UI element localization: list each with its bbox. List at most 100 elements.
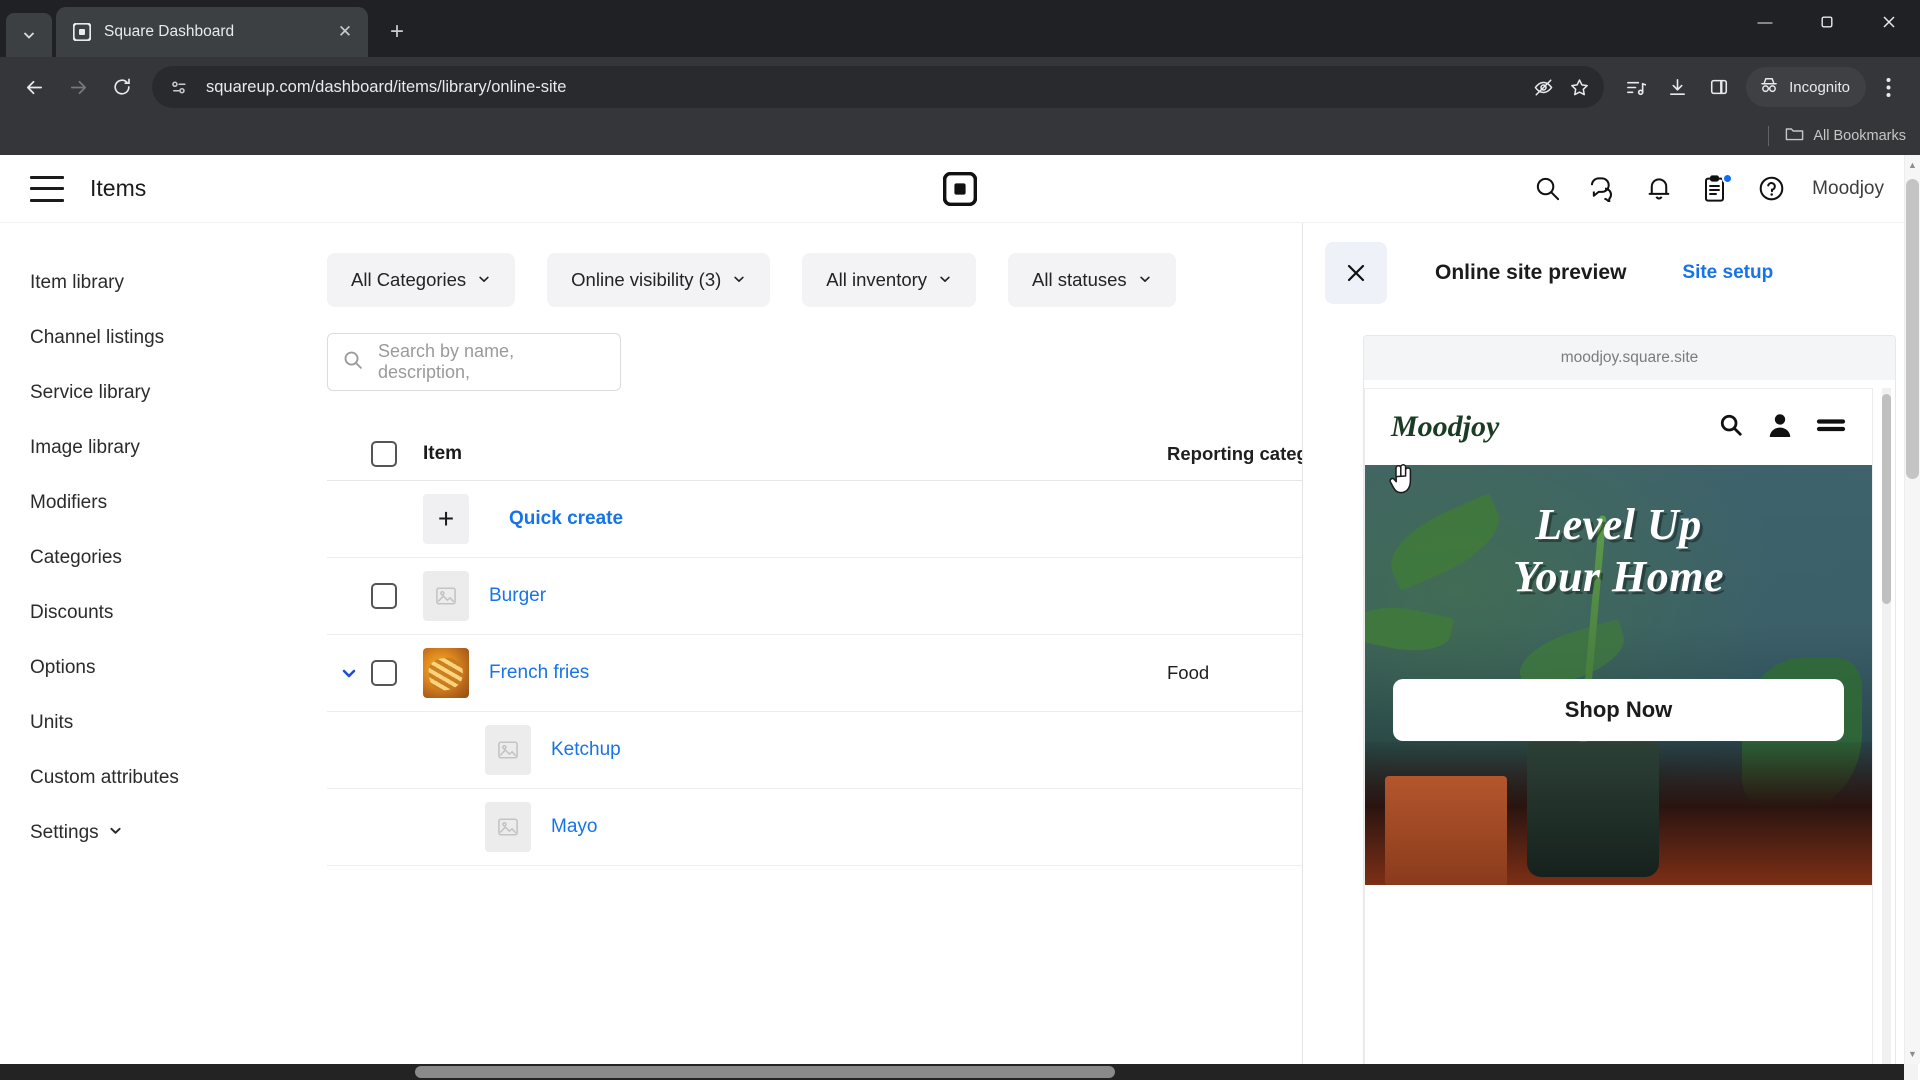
row-item-cell: Burger — [489, 585, 1167, 607]
search-input[interactable]: Search by name, description, — [327, 333, 621, 391]
browser-toolbar: squareup.com/dashboard/items/library/onl… — [0, 57, 1920, 117]
sidebar-item-label: Modifiers — [30, 491, 108, 513]
reload-icon[interactable] — [100, 65, 144, 109]
address-bar[interactable]: squareup.com/dashboard/items/library/onl… — [152, 66, 1605, 108]
new-tab-button[interactable]: + — [378, 13, 416, 51]
address-bar-url: squareup.com/dashboard/items/library/onl… — [206, 77, 567, 96]
online-site-preview-panel: Online site preview Site setup ▲ moodjoy… — [1302, 223, 1920, 1080]
row-item-cell: Ketchup — [551, 739, 1167, 761]
row-item-cell: Mayo — [551, 816, 1167, 838]
sidebar-item-modifiers[interactable]: Modifiers — [0, 475, 317, 530]
page-viewport: Items Moodjoy Item library Channel listi… — [0, 155, 1920, 1080]
eye-slash-icon[interactable] — [1526, 70, 1560, 104]
app-header-actions: Moodjoy — [1532, 172, 1920, 204]
item-name-link[interactable]: Burger — [489, 585, 546, 606]
maximize-button[interactable] — [1796, 0, 1858, 44]
table-row[interactable]: Burger — [327, 558, 1302, 635]
browser-tab[interactable]: Square Dashboard ✕ — [56, 7, 368, 57]
horizontal-scrollbar-track[interactable] — [0, 1064, 1904, 1080]
search-icon[interactable] — [1718, 412, 1744, 443]
shop-now-button[interactable]: Shop Now — [1393, 679, 1844, 741]
search-icon[interactable] — [1532, 174, 1562, 204]
account-icon[interactable] — [1768, 412, 1792, 443]
tab-search-chevron-down-icon[interactable] — [6, 13, 52, 57]
minimize-button[interactable]: — — [1734, 0, 1796, 44]
sidebar-item-label: Image library — [30, 436, 140, 458]
incognito-indicator[interactable]: Incognito — [1746, 67, 1866, 107]
scroll-up-arrow-icon[interactable]: ▲ — [1906, 157, 1919, 173]
column-header-item[interactable]: Item — [423, 443, 1167, 465]
sidebar-item-channel-listings[interactable]: Channel listings — [0, 310, 317, 365]
row-checkbox[interactable] — [371, 660, 423, 686]
sidebar-item-categories[interactable]: Categories — [0, 530, 317, 585]
sidebar-item-service-library[interactable]: Service library — [0, 365, 317, 420]
bookmark-star-icon[interactable] — [1562, 70, 1596, 104]
incognito-icon — [1758, 75, 1780, 99]
horizontal-scrollbar-thumb[interactable] — [415, 1066, 1115, 1078]
sidebar-item-label: Service library — [30, 381, 151, 403]
chevron-down-icon — [477, 272, 491, 288]
expand-chevron-down-icon[interactable] — [327, 664, 371, 682]
sidebar-item-options[interactable]: Options — [0, 640, 317, 695]
app-scrollbar-thumb[interactable] — [1906, 179, 1919, 479]
french-fries-photo — [423, 648, 469, 698]
sidebar-item-label: Settings — [30, 821, 99, 843]
close-icon[interactable] — [1325, 242, 1387, 304]
item-name-link[interactable]: Ketchup — [551, 739, 621, 760]
notification-badge — [1722, 172, 1734, 184]
row-thumbnail — [485, 725, 551, 775]
search-placeholder: Search by name, description, — [378, 341, 515, 382]
filter-all-inventory[interactable]: All inventory — [802, 253, 977, 307]
item-name-link[interactable]: Mayo — [551, 816, 597, 837]
placeholder-image-icon — [485, 725, 531, 775]
side-panel-icon[interactable] — [1698, 66, 1740, 108]
folder-icon — [1785, 126, 1804, 146]
table-row[interactable]: Ketchup — [327, 712, 1302, 789]
messages-icon[interactable] — [1588, 174, 1618, 204]
select-all-checkbox[interactable] — [371, 440, 423, 467]
close-icon[interactable]: ✕ — [332, 19, 358, 45]
reading-list-icon[interactable] — [1614, 66, 1656, 108]
sidebar-item-units[interactable]: Units — [0, 695, 317, 750]
divider — [1768, 126, 1770, 146]
chevron-down-icon — [938, 272, 952, 288]
hamburger-icon[interactable] — [30, 175, 64, 202]
sidebar-item-custom-attributes[interactable]: Custom attributes — [0, 750, 317, 805]
site-nav: Moodjoy — [1365, 389, 1872, 465]
row-thumbnail — [485, 802, 551, 852]
all-bookmarks-button[interactable]: All Bookmarks — [1785, 126, 1906, 146]
table-row[interactable]: Mayo — [327, 789, 1302, 866]
placeholder-image-icon — [423, 571, 469, 621]
filter-all-categories[interactable]: All Categories — [327, 253, 516, 307]
bookmarks-bar: All Bookmarks — [0, 117, 1920, 155]
account-name[interactable]: Moodjoy — [1812, 178, 1884, 200]
row-checkbox[interactable] — [371, 583, 423, 609]
site-logo[interactable]: Moodjoy — [1391, 410, 1499, 444]
quick-create-plus[interactable]: + — [423, 494, 489, 544]
close-window-button[interactable] — [1858, 0, 1920, 44]
help-icon[interactable] — [1756, 174, 1786, 204]
sidebar-item-item-library[interactable]: Item library — [0, 255, 317, 310]
filter-all-statuses[interactable]: All statuses — [1008, 253, 1176, 307]
sidebar-item-settings[interactable]: Settings — [0, 805, 317, 860]
menu-icon[interactable] — [1816, 415, 1846, 440]
notifications-icon[interactable] — [1644, 174, 1674, 204]
clipboard-icon[interactable] — [1700, 172, 1734, 204]
page-info-icon[interactable] — [166, 74, 192, 100]
column-header-reporting-category[interactable]: Reporting category — [1167, 443, 1302, 465]
download-icon[interactable] — [1656, 66, 1698, 108]
forward-arrow-icon[interactable] — [56, 65, 100, 109]
quick-create-label[interactable]: Quick create — [509, 508, 623, 529]
kebab-menu-icon[interactable] — [1868, 66, 1908, 108]
table-row[interactable]: French fries Food — [327, 635, 1302, 712]
quick-create-row[interactable]: + Quick create — [327, 481, 1302, 558]
site-setup-link[interactable]: Site setup — [1682, 262, 1773, 284]
filter-online-visibility[interactable]: Online visibility (3) — [547, 253, 771, 307]
sidebar-item-discounts[interactable]: Discounts — [0, 585, 317, 640]
scroll-down-arrow-icon[interactable]: ▼ — [1906, 1046, 1919, 1062]
back-arrow-icon[interactable] — [12, 65, 56, 109]
item-name-link[interactable]: French fries — [489, 662, 589, 683]
sidebar-item-label: Item library — [30, 271, 124, 293]
site-scrollbar-thumb[interactable] — [1882, 394, 1891, 604]
sidebar-item-image-library[interactable]: Image library — [0, 420, 317, 475]
